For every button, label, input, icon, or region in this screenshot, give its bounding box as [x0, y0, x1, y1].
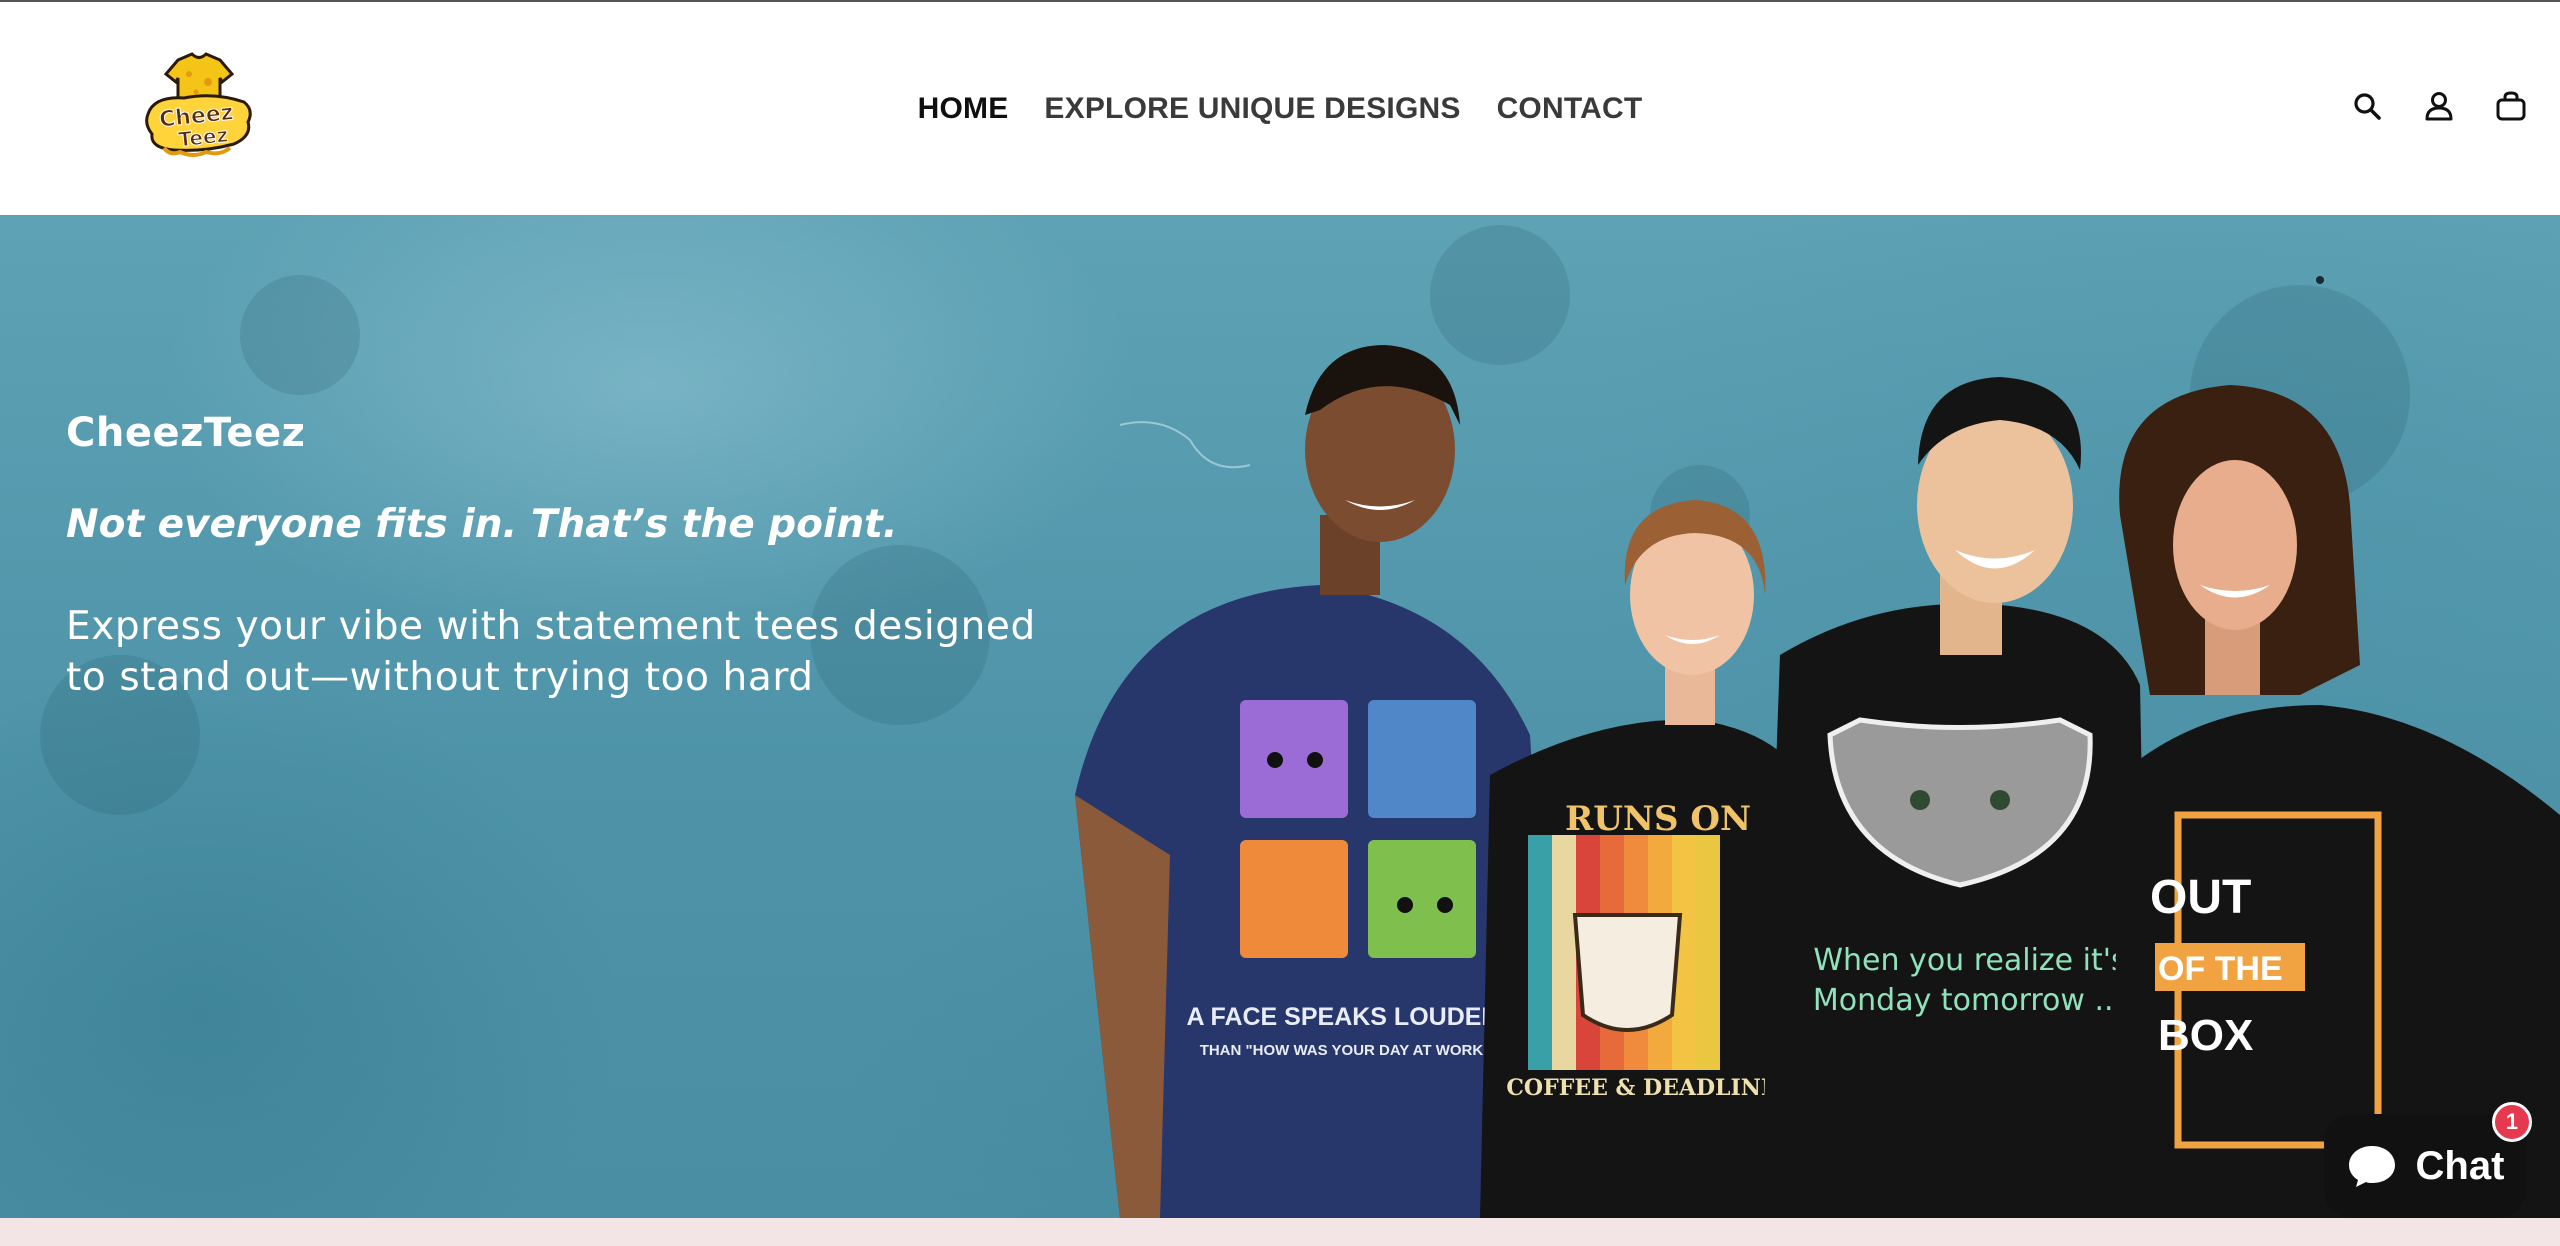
cart-icon[interactable] [2492, 87, 2530, 125]
nav-explore-unique-designs[interactable]: EXPLORE UNIQUE DESIGNS [1044, 92, 1460, 126]
search-icon[interactable] [2348, 87, 2386, 125]
model-4: OUT OF THE BOX [2110, 385, 2560, 1218]
shirt3-line1: When you realize it's [1813, 943, 2126, 978]
main-nav: HOME EXPLORE UNIQUE DESIGNS CONTACT [0, 2, 2560, 215]
nav-home[interactable]: HOME [918, 92, 1009, 126]
chat-notification-badge: 1 [2492, 1102, 2532, 1142]
model-3: When you realize it's Monday tomorrow ..… [1760, 377, 2150, 1218]
hero-tagline: Not everyone fits in. That’s the point. [66, 502, 898, 547]
shirt4-line3: BOX [2158, 1011, 2253, 1060]
chat-bubble-icon [2348, 1146, 2395, 1187]
shirt1-line1: A FACE SPEAKS LOUDER [1186, 1003, 1499, 1031]
hero-brand: CheezTeez [66, 410, 306, 456]
account-icon[interactable] [2420, 87, 2458, 125]
chat-button[interactable]: Chat 1 [2324, 1102, 2532, 1218]
shirt1-line2: THAN "HOW WAS YOUR DAY AT WORK" [1200, 1042, 1491, 1059]
header-icons [2348, 87, 2530, 125]
nav-contact[interactable]: CONTACT [1497, 92, 1643, 126]
site-logo[interactable]: Cheez Teez [144, 52, 254, 158]
chat-label: Chat [2415, 1143, 2505, 1188]
hero-banner: A FACE SPEAKS LOUDER THAN "HOW WAS YOUR … [0, 215, 2560, 1218]
shirt2-line2: COFFEE & DEADLINES [1506, 1075, 1793, 1101]
hero-image: A FACE SPEAKS LOUDER THAN "HOW WAS YOUR … [40, 225, 2560, 1218]
cheeze-teez-logo-icon: Cheez Teez [145, 52, 252, 157]
next-section-edge [0, 1218, 2560, 1246]
shirt4-line1: OUT [2150, 871, 2251, 924]
shirt3-line2: Monday tomorrow ... [1813, 983, 2123, 1018]
hero-text: CheezTeez Not everyone fits in. That’s t… [66, 410, 1066, 703]
hero-description: Express your vibe with statement tees de… [66, 604, 1036, 700]
shirt2-line1: RUNS ON [1565, 799, 1751, 839]
site-header: Cheez Teez HOME EXPLORE UNIQUE DESIGNS C… [0, 2, 2560, 215]
shirt4-line2: OF THE [2158, 950, 2283, 988]
